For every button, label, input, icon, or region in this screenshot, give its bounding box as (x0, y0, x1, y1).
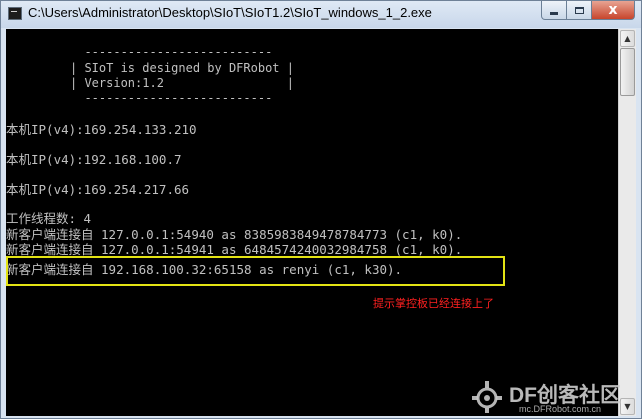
banner-line: | SIoT is designed by DFRobot | (70, 61, 294, 75)
console-line-ip: 本机IP(v4):169.254.217.66 (6, 182, 190, 197)
console-line-client: 新客户端连接自 127.0.0.1:54941 as 6484574240032… (6, 242, 463, 257)
watermark: DF创客社区 mc.DFRobot.com.cn (467, 377, 637, 417)
scroll-up-button[interactable]: ▲ (620, 30, 635, 47)
maximize-icon (574, 6, 584, 14)
console-window: C:\Users\Administrator\Desktop\SIoT\SIoT… (0, 0, 642, 419)
banner-line: -------------------------- (70, 91, 273, 105)
watermark-url: mc.DFRobot.com.cn (519, 404, 602, 414)
console-line-threads: 工作线程数: 4 (6, 211, 92, 226)
console-line-ip: 本机IP(v4):192.168.100.7 (6, 152, 182, 167)
maximize-button[interactable] (566, 1, 592, 20)
banner-line: -------------------------- (70, 45, 273, 59)
close-icon: x (608, 2, 618, 18)
df-logo-icon (472, 381, 502, 413)
minimize-icon (550, 11, 558, 15)
scrollbar-thumb[interactable] (620, 48, 635, 96)
close-button[interactable]: x (591, 1, 635, 20)
annotation-text: 提示掌控板已经连接上了 (373, 297, 494, 310)
minimize-button[interactable] (541, 1, 567, 20)
arrow-up-icon: ▲ (624, 34, 631, 43)
console-line-client: 新客户端连接自 127.0.0.1:54940 as 8385983849478… (6, 227, 463, 242)
console-line-ip: 本机IP(v4):169.254.133.210 (6, 122, 197, 137)
window-title: C:\Users\Administrator\Desktop\SIoT\SIoT… (28, 5, 432, 20)
console-output[interactable]: -------------------------- | SIoT is des… (6, 29, 618, 416)
title-bar[interactable]: C:\Users\Administrator\Desktop\SIoT\SIoT… (1, 1, 641, 28)
vertical-scrollbar[interactable]: ▲ ▼ (618, 29, 636, 416)
highlight-box (6, 256, 505, 286)
console-app-icon[interactable] (8, 7, 22, 20)
banner-line: | Version:1.2 | (70, 76, 294, 90)
